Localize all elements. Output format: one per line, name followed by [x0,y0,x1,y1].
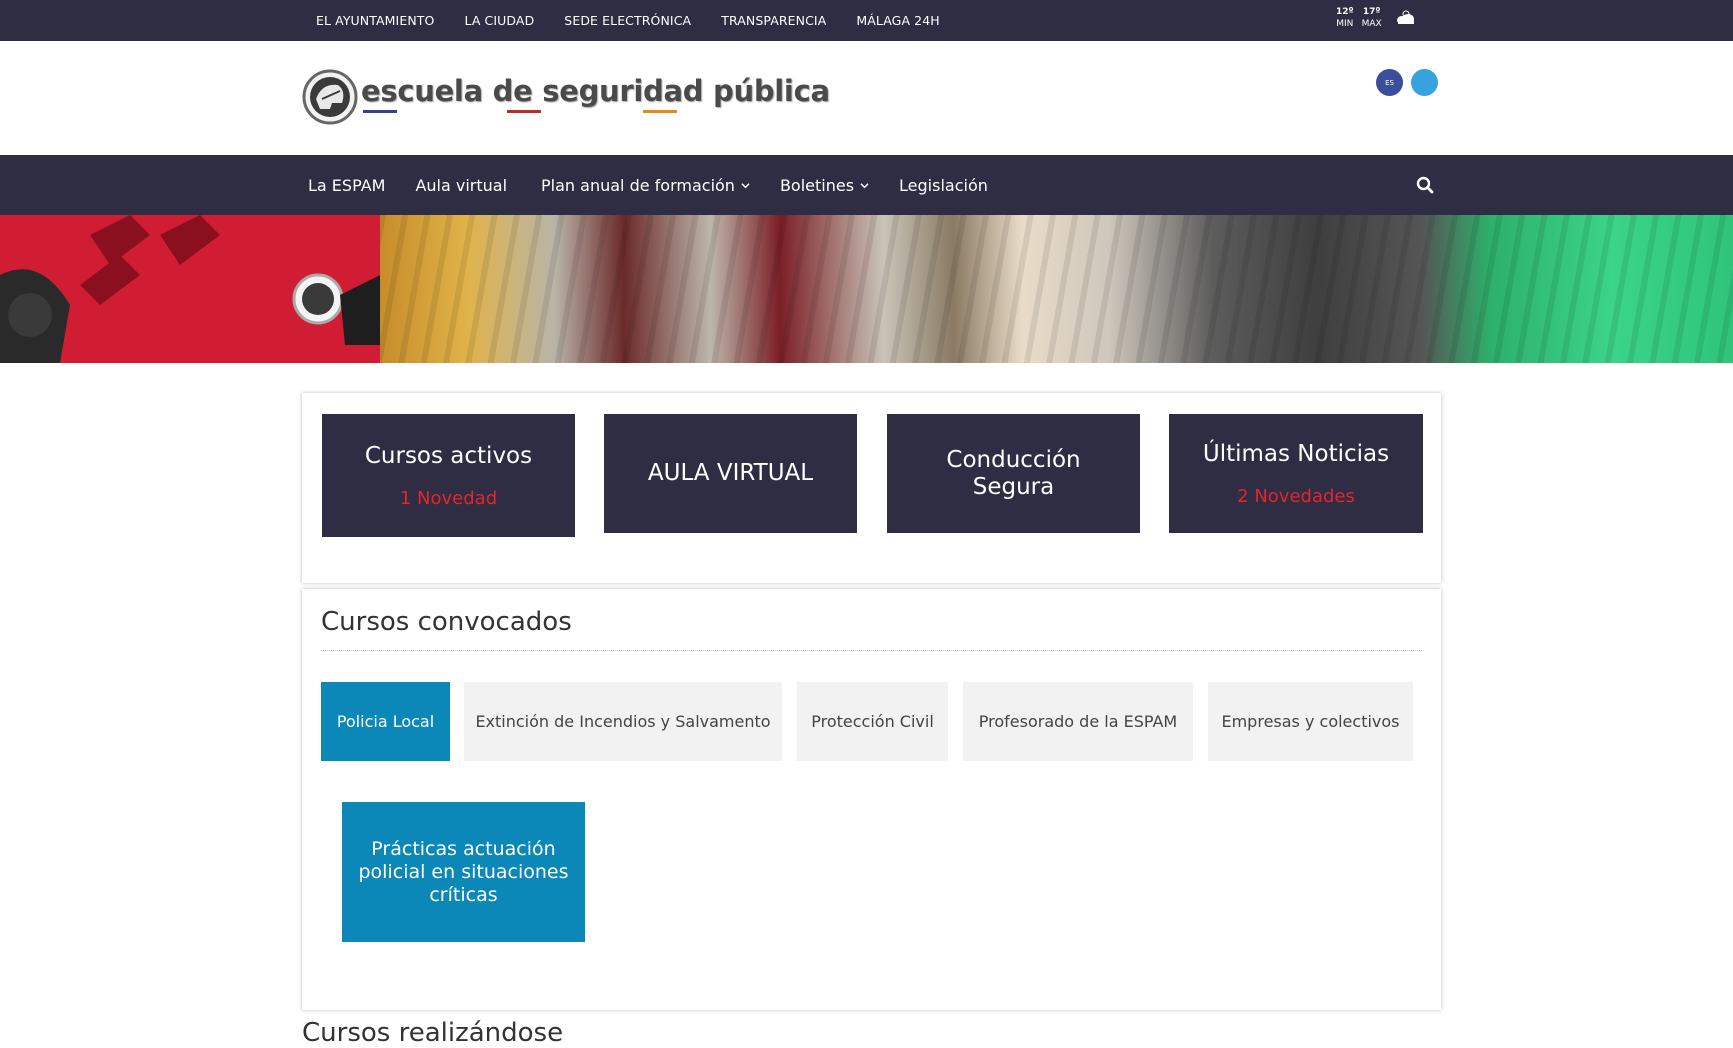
top-link-sede[interactable]: SEDE ELECTRÓNICA [564,13,691,28]
tile-aula-virtual-title: AULA VIRTUAL [647,460,814,486]
tile-ultimas-noticias-novelty: 2 Novedades [1237,485,1355,507]
top-link-ciudad[interactable]: LA CIUDAD [464,13,534,28]
weather-widget: 12º MIN 17º MAX [1336,6,1416,30]
tile-ultimas-noticias[interactable]: Últimas Noticias 2 Novedades [1169,414,1423,533]
nav-la-espam-label: La ESPAM [308,175,386,195]
brand-underline-red [507,110,541,113]
helmet-image [0,215,380,363]
sede-badge-icon[interactable]: ES [1376,69,1403,96]
nav-plan-anual[interactable]: Plan anual de formación [541,176,750,195]
main-nav: La ESPAM Aula virtual Plan anual de form… [0,155,1733,215]
nav-items: La ESPAM Aula virtual Plan anual de form… [308,155,1018,215]
min-temp-label: MIN [1336,19,1354,29]
nav-la-espam[interactable]: La ESPAM [308,176,385,195]
tile-conduccion-segura-title: Conducción Segura [946,446,1081,500]
brand-underline-blue [363,110,397,113]
tile-cursos-activos[interactable]: Cursos activos 1 Novedad [322,414,575,537]
top-link-ayuntamiento[interactable]: EL AYUNTAMIENTO [316,13,434,28]
courses-section-title: Cursos convocados [321,607,572,637]
brand-name[interactable]: escuela de seguridad pública [361,74,830,108]
min-temp: 12º MIN [1336,6,1354,30]
espam-logo-icon[interactable] [302,69,362,125]
max-temp-label: MAX [1361,19,1382,29]
nav-legislacion[interactable]: Legislación [899,176,988,195]
tab-policia-local[interactable]: Policia Local [321,682,450,761]
min-temp-value: 12º [1336,7,1354,17]
tab-profesorado-espam[interactable]: Profesorado de la ESPAM [963,682,1193,761]
chevron-down-icon [860,182,869,188]
course-card-practicas[interactable]: Prácticas actuación policial en situacio… [342,802,585,942]
brand-underline-orange [643,110,677,113]
search-icon[interactable] [1416,176,1434,194]
tab-proteccion-civil[interactable]: Protección Civil [797,682,948,761]
courses-panel [302,589,1441,1010]
courses-in-progress-title: Cursos realizándose [302,1018,564,1048]
cloud-icon [1396,10,1414,24]
tile-cursos-activos-title: Cursos activos [364,442,533,469]
nav-aula-virtual-label: Aula virtual [415,175,508,195]
top-links: EL AYUNTAMIENTO LA CIUDAD SEDE ELECTRÓNI… [316,0,970,41]
site-header [0,41,1733,155]
twitter-icon[interactable] [1411,69,1438,96]
tile-aula-virtual[interactable]: AULA VIRTUAL [604,414,857,533]
max-temp-value: 17º [1362,7,1381,17]
max-temp: 17º MAX [1362,6,1382,30]
tile-conduccion-segura[interactable]: Conducción Segura [887,414,1140,533]
nav-boletines[interactable]: Boletines [780,176,869,195]
chevron-down-icon [741,182,750,188]
top-link-malaga24h[interactable]: MÁLAGA 24H [856,13,939,28]
nav-boletines-label: Boletines [779,175,855,195]
nav-plan-anual-label: Plan anual de formación [541,175,735,195]
nav-aula-virtual[interactable]: Aula virtual [415,176,507,195]
tile-ultimas-noticias-title: Últimas Noticias [1202,440,1390,467]
tab-empresas-colectivos[interactable]: Empresas y colectivos [1208,682,1413,761]
tile-cursos-activos-novelty: 1 Novedad [399,487,498,509]
nav-legislacion-label: Legislación [899,175,988,195]
top-link-transparencia[interactable]: TRANSPARENCIA [721,13,826,28]
tab-extincion-incendios[interactable]: Extinción de Incendios y Salvamento [464,682,782,761]
section-divider [321,650,1422,651]
top-bar: EL AYUNTAMIENTO LA CIUDAD SEDE ELECTRÓNI… [0,0,1733,41]
